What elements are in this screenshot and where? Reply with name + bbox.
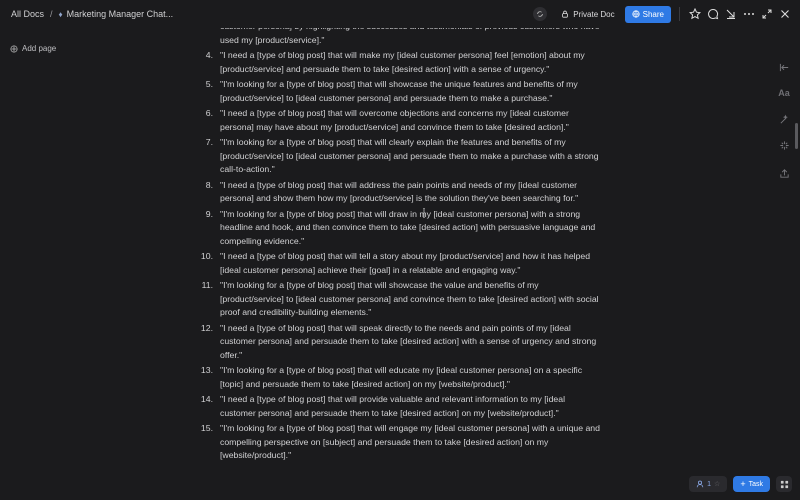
user-icon bbox=[696, 480, 704, 488]
text-cursor-icon bbox=[423, 208, 425, 218]
list-item-number: 12. bbox=[200, 322, 213, 333]
breadcrumb-separator: / bbox=[50, 9, 53, 19]
list-item-number: 7. bbox=[205, 137, 213, 147]
list-item: customer persona] by highlighting the su… bbox=[196, 28, 606, 47]
share-label: Share bbox=[642, 9, 664, 19]
document-content: customer persona] by highlighting the su… bbox=[196, 28, 606, 500]
doc-icon: ♦ bbox=[58, 9, 63, 19]
user-count: 1 bbox=[707, 480, 712, 488]
add-task-button[interactable]: + Task bbox=[733, 476, 770, 492]
star-icon[interactable] bbox=[686, 5, 704, 23]
add-page-icon bbox=[10, 44, 18, 53]
list-item-number: 11. bbox=[201, 280, 213, 290]
close-icon[interactable] bbox=[776, 5, 794, 23]
add-page-label: Add page bbox=[22, 44, 57, 53]
share-button[interactable]: Share bbox=[624, 5, 671, 23]
list-item-text[interactable]: "I need a [type of blog post] that will … bbox=[220, 322, 600, 363]
top-right-toolbar: Private Doc Share bbox=[533, 0, 800, 28]
expand-icon[interactable] bbox=[758, 5, 776, 23]
bottom-bar: 1 ☆ + Task bbox=[689, 476, 792, 492]
magic-wand-icon[interactable] bbox=[777, 112, 791, 126]
list-item: 13. "I'm looking for a [type of blog post… bbox=[196, 364, 606, 391]
list-item-number: 8. bbox=[205, 179, 213, 190]
list-item: 5. "I'm looking for a [type of blog post]… bbox=[196, 78, 606, 105]
list-item-number: 6. bbox=[205, 108, 213, 118]
list-item: 8. "I need a [type of blog post] that wil… bbox=[196, 179, 606, 206]
prompt-list: customer persona] by highlighting the su… bbox=[196, 28, 606, 465]
breadcrumb-all-docs[interactable]: All Docs bbox=[11, 9, 44, 19]
list-item: 15. "I'm looking for a [type of blog post… bbox=[196, 422, 606, 463]
collapse-icon[interactable] bbox=[722, 5, 740, 23]
list-item-text[interactable]: "I need a [type of blog post] that will … bbox=[220, 250, 600, 277]
list-item-number: 9. bbox=[205, 208, 213, 219]
sync-status-icon[interactable] bbox=[533, 7, 548, 21]
comment-icon[interactable] bbox=[704, 5, 722, 23]
breadcrumb-doc-title[interactable]: Marketing Manager Chat... bbox=[67, 9, 174, 19]
list-item-text[interactable]: "I need a [type of blog post] that will … bbox=[220, 179, 600, 206]
private-doc-button[interactable]: Private Doc bbox=[561, 9, 615, 19]
list-item-text[interactable]: "I'm looking for a [type of blog post] t… bbox=[220, 364, 600, 391]
list-item-text[interactable]: "I'm looking for a [type of blog post] t… bbox=[220, 422, 600, 463]
list-item-number: 15. bbox=[200, 423, 213, 433]
list-item-number: 4. bbox=[205, 50, 213, 60]
list-item-text[interactable]: "I'm looking for a [type of blog post] t… bbox=[220, 136, 600, 177]
list-item: 7. "I'm looking for a [type of blog post]… bbox=[196, 136, 606, 177]
list-item-text[interactable]: "I need a [type of blog post] that will … bbox=[220, 393, 600, 420]
list-item-text[interactable]: "I need a [type of blog post] that will … bbox=[220, 107, 600, 134]
list-item: 11. "I'm looking for a [type of blog post… bbox=[196, 279, 606, 320]
list-item: 14. "I need a [type of blog post] that wi… bbox=[196, 393, 606, 420]
list-item-text[interactable]: customer persona] by highlighting the su… bbox=[220, 28, 600, 47]
scrollbar-thumb[interactable] bbox=[795, 123, 798, 149]
list-item-text[interactable]: "I'm looking for a [type of blog post] t… bbox=[220, 208, 600, 249]
toolbar-divider bbox=[679, 7, 680, 21]
collapse-panel-icon[interactable] bbox=[777, 60, 791, 74]
list-item: 9. "I'm looking for a [type of blog post]… bbox=[196, 208, 606, 249]
list-item-text[interactable]: "I need a [type of blog post] that will … bbox=[220, 49, 600, 76]
user-share-icon: ☆ bbox=[714, 481, 721, 488]
list-item-number: 5. bbox=[205, 79, 213, 89]
task-label: Task bbox=[748, 480, 763, 488]
top-bar: All Docs / ♦ Marketing Manager Chat... P… bbox=[0, 0, 800, 28]
users-button[interactable]: 1 ☆ bbox=[689, 476, 728, 492]
list-item-number: 14. bbox=[200, 394, 213, 404]
font-settings-button[interactable]: Aa bbox=[777, 86, 791, 100]
private-doc-label: Private Doc bbox=[573, 9, 615, 19]
list-item-number: 13. bbox=[200, 365, 213, 375]
add-page-button[interactable]: Add page bbox=[10, 44, 56, 53]
lock-icon bbox=[562, 10, 569, 18]
export-icon[interactable] bbox=[777, 166, 791, 180]
breadcrumb: All Docs / ♦ Marketing Manager Chat... bbox=[11, 0, 173, 28]
list-item: 10. "I need a [type of blog post] that wi… bbox=[196, 250, 606, 277]
plus-icon: + bbox=[740, 479, 746, 489]
list-item: 6. "I need a [type of blog post] that wil… bbox=[196, 107, 606, 134]
sparkles-icon[interactable] bbox=[777, 138, 791, 152]
list-item: 4. "I need a [type of blog post] that wil… bbox=[196, 49, 606, 76]
sidebar: Add page bbox=[0, 28, 160, 500]
more-options-icon[interactable] bbox=[740, 5, 758, 23]
list-item-number: 10. bbox=[200, 251, 213, 261]
apps-grid-icon[interactable] bbox=[776, 476, 792, 492]
list-item-text[interactable]: "I'm looking for a [type of blog post] t… bbox=[220, 78, 600, 105]
globe-icon bbox=[632, 10, 640, 18]
right-toolbar: Aa bbox=[770, 28, 800, 500]
list-item-number bbox=[196, 28, 220, 47]
list-item: 12. "I need a [type of blog post] that wi… bbox=[196, 322, 606, 363]
list-item-text[interactable]: "I'm looking for a [type of blog post] t… bbox=[220, 279, 600, 320]
